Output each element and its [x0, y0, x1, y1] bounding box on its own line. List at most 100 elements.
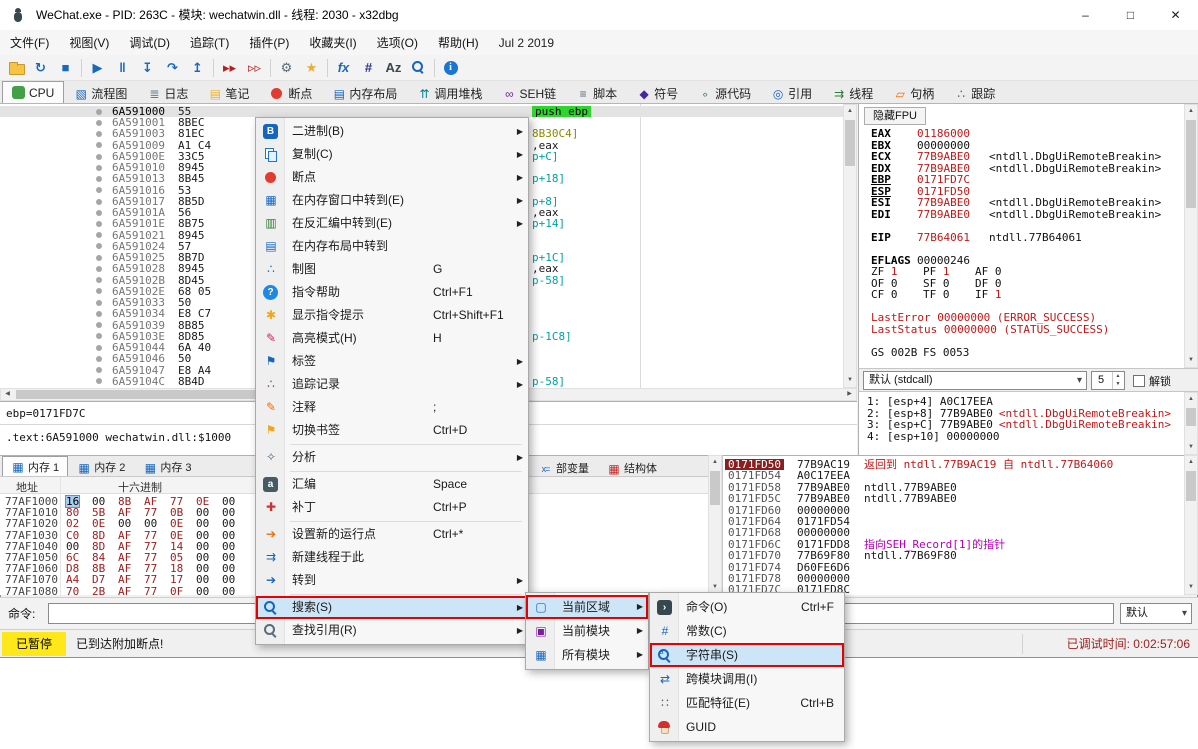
stack-row[interactable]: 0171FD640171FD54 — [723, 516, 1178, 527]
scroll-thumb[interactable] — [1186, 471, 1196, 501]
tab-references[interactable]: ◎引用 — [761, 82, 822, 103]
tab-trace[interactable]: ∴跟踪 — [944, 82, 1005, 103]
registers-pane[interactable]: 隐藏FPU EAX01186000EBX00000000ECX77B9ABE0<… — [858, 104, 1198, 368]
scroll-up-button[interactable] — [1185, 105, 1197, 118]
assemble-az-button[interactable]: Az — [381, 57, 406, 79]
dump-byte[interactable]: 0E — [92, 518, 105, 529]
menu-item-trace-record[interactable]: ∴追踪记录▶ — [256, 373, 528, 396]
tab-call-stack[interactable]: ⇈调用堆栈 — [407, 82, 492, 103]
stack-value[interactable]: 77B9ABE0 — [797, 493, 850, 504]
breakpoint-dot[interactable] — [96, 199, 102, 205]
menu-item-mnemonic-brief[interactable]: ✱显示指令提示Ctrl+Shift+F1 — [256, 304, 528, 327]
stack-row[interactable]: 0171FD5C77B9ABE0ntdll.77B9ABE0 — [723, 493, 1178, 504]
maximize-button[interactable]: □ — [1108, 0, 1153, 30]
register-esi[interactable]: ESI77B9ABE0<ntdll.DbgUiRemoteBreakin> — [871, 197, 1161, 209]
stack-row[interactable]: 0171FD7800000000 — [723, 573, 1178, 584]
menu-item-copy[interactable]: 复制(C)▶ — [256, 143, 528, 166]
breakpoint-dot[interactable] — [96, 311, 102, 317]
menu-debug[interactable]: 调试(D) — [119, 30, 180, 55]
breakpoint-dot[interactable] — [96, 367, 102, 373]
menu-plugins[interactable]: 插件(P) — [239, 30, 299, 55]
menu-item-graph[interactable]: ∴制图G — [256, 258, 528, 281]
find-strings-button[interactable] — [406, 57, 431, 79]
breakpoint-dot[interactable] — [96, 120, 102, 126]
scroll-down-button[interactable] — [1185, 354, 1197, 367]
menu-item-toggle-bookmark[interactable]: ⚑切换书签Ctrl+D — [256, 419, 528, 442]
menu-item-binary[interactable]: B二进制(B)▶ — [256, 120, 528, 143]
execute-till-return-button[interactable]: ↥ — [185, 57, 210, 79]
menu-item-follow-in-disassembler[interactable]: ▥在反汇编中转到(E)▶ — [256, 212, 528, 235]
register-edx[interactable]: EDX77B9ABE0<ntdll.DbgUiRemoteBreakin> — [871, 163, 1161, 175]
dump-tab-3[interactable]: ▦内存 3 — [134, 457, 200, 476]
unlock-checkbox[interactable]: 解锁 — [1133, 373, 1171, 389]
menu-item-search-for[interactable]: 搜索(S)▶ — [256, 596, 528, 619]
breakpoint-dot[interactable] — [96, 210, 102, 216]
submenu-item-string-references[interactable]: a字符串(S) — [650, 643, 844, 667]
about-button[interactable]: i — [438, 57, 463, 79]
register-ecx[interactable]: ECX77B9ABE0<ntdll.DbgUiRemoteBreakin> — [871, 151, 1161, 163]
dump-address[interactable]: 77AF1070 — [5, 574, 58, 585]
stack-row[interactable]: 0171FD6000000000 — [723, 505, 1178, 516]
breakpoint-dot[interactable] — [96, 356, 102, 362]
trace-over-button[interactable]: ▹▹ — [242, 57, 267, 79]
step-into-button[interactable]: ↧ — [135, 57, 160, 79]
dump-byte[interactable]: 02 — [66, 518, 79, 529]
menu-item-label[interactable]: ⚑标签▶ — [256, 350, 528, 373]
scroll-thumb[interactable] — [1186, 120, 1196, 208]
stack-pane[interactable]: 0171FD5077B9AC19返回到 ntdll.77B9AC19 自 ntd… — [722, 455, 1184, 595]
restart-button[interactable]: ↻ — [28, 57, 53, 79]
dump-byte[interactable]: 17 — [170, 574, 183, 585]
close-button[interactable]: ✕ — [1153, 0, 1198, 30]
dump-address[interactable]: 77AF1020 — [5, 518, 58, 529]
scroll-thumb[interactable] — [710, 471, 720, 505]
dump-byte[interactable]: AF — [118, 574, 131, 585]
breakpoint-dot[interactable] — [96, 165, 102, 171]
dump-byte[interactable]: 70 — [66, 586, 79, 597]
stack-row[interactable]: 0171FD74D60FE6D6 — [723, 562, 1178, 573]
pause-button[interactable]: ‖ — [110, 57, 135, 79]
tab-memory-map[interactable]: ▤内存布局 — [322, 82, 407, 103]
segment-registers[interactable]: GS 002BFS 0053 — [871, 347, 975, 359]
stack-row[interactable]: 0171FD7077B69F80ntdll.77B69F80 — [723, 550, 1178, 561]
breakpoint-dot[interactable] — [96, 266, 102, 272]
scroll-up-button[interactable] — [1185, 393, 1197, 406]
submenu-item-guid[interactable]: GUID — [650, 715, 844, 739]
dump-byte[interactable]: 00 — [144, 518, 157, 529]
breakpoint-dot[interactable] — [96, 288, 102, 294]
submenu-item-all-modules[interactable]: ▦所有模块▶ — [526, 643, 648, 667]
tab-symbols[interactable]: ◆符号 — [627, 82, 688, 103]
submenu-item-current-module[interactable]: ▣当前模块▶ — [526, 619, 648, 643]
register-edi[interactable]: EDI77B9ABE0<ntdll.DbgUiRemoteBreakin> — [871, 209, 1161, 221]
menu-item-analysis[interactable]: ✧分析▶ — [256, 446, 528, 469]
spinner-arrows-icon[interactable]: ▲▼ — [1112, 372, 1123, 389]
run-button[interactable]: ▶ — [85, 57, 110, 79]
dump-byte[interactable]: 00 — [222, 518, 235, 529]
trace-into-button[interactable]: ▸▸ — [217, 57, 242, 79]
menu-item-follow-in-dump[interactable]: ▦在内存窗口中转到(E)▶ — [256, 189, 528, 212]
dump-byte[interactable]: 00 — [196, 518, 209, 529]
breakpoint-dot[interactable] — [96, 277, 102, 283]
menu-item-find-references[interactable]: 查找引用(R)▶ — [256, 619, 528, 642]
breakpoint-dot[interactable] — [96, 255, 102, 261]
tab-cpu[interactable]: CPU — [2, 81, 64, 103]
flags-row-3[interactable]: CF 0TF 0IF 1 — [871, 289, 1027, 301]
tab-log[interactable]: ≣日志 — [137, 82, 198, 103]
breakpoint-dot[interactable] — [96, 176, 102, 182]
breakpoint-dot[interactable] — [96, 243, 102, 249]
scroll-right-button[interactable] — [843, 389, 856, 400]
constant-button[interactable]: # — [356, 57, 381, 79]
dump-byte[interactable]: 00 — [196, 586, 209, 597]
tab-threads[interactable]: ⇉线程 — [822, 82, 883, 103]
stack-value[interactable]: 77B69F80 — [797, 550, 850, 561]
dump-byte[interactable]: AF — [118, 586, 131, 597]
tab-seh[interactable]: ∞SEH链 — [492, 82, 566, 103]
breakpoint-dot[interactable] — [96, 232, 102, 238]
last-status[interactable]: LastStatus 00000000 (STATUS_SUCCESS) — [871, 324, 1109, 336]
scroll-down-button[interactable] — [1185, 581, 1197, 594]
calculator-button[interactable]: fx — [331, 57, 356, 79]
submenu-item-constant[interactable]: #常数(C) — [650, 619, 844, 643]
stack-address[interactable]: 0171FD5C — [728, 493, 781, 504]
arguments-pane[interactable]: 1: [esp+4] A0C17EEA2: [esp+8] 77B9ABE0<n… — [858, 392, 1198, 455]
breakpoint-dot[interactable] — [96, 154, 102, 160]
tab-locals[interactable]: x=部变量 — [530, 458, 598, 477]
